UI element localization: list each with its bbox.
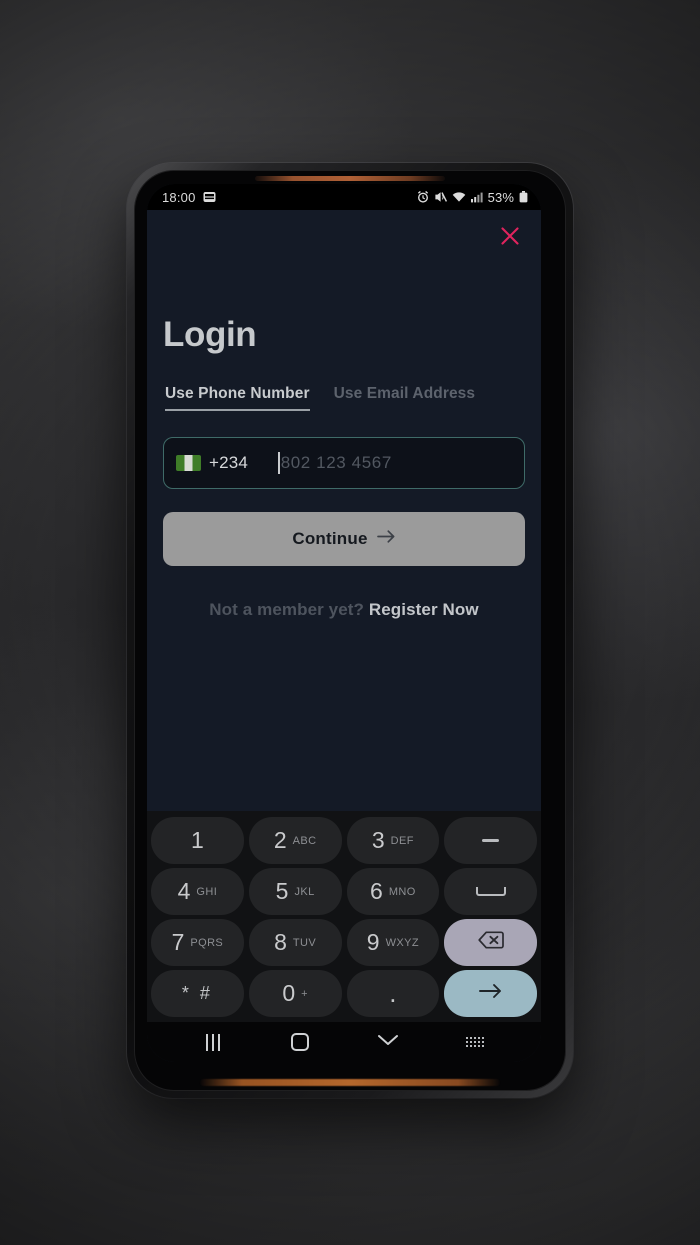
numeric-keypad: 1 2 ABC 3 DEF 4 GHI 5 JKL 6 MNO 7 PQRS 8… (147, 811, 541, 1022)
phone-number-field[interactable]: +234 802 123 4567 (163, 437, 525, 489)
register-prompt-text: Not a member yet? (209, 600, 369, 619)
tab-use-email-address[interactable]: Use Email Address (334, 385, 476, 411)
backspace-icon (477, 930, 504, 955)
key-4-letters: GHI (196, 885, 218, 898)
status-bar: 18:00 53% (147, 184, 541, 210)
enter-key[interactable] (444, 970, 537, 1017)
status-bar-clock: 18:00 (162, 189, 196, 205)
period-label: . (389, 978, 397, 1009)
key-1-digit: 1 (190, 827, 204, 853)
register-now-row[interactable]: Not a member yet? Register Now (163, 600, 525, 620)
text-caret (278, 452, 280, 474)
keyboard-switch-button[interactable] (450, 1037, 500, 1047)
key-3-digit: 3 (371, 827, 385, 853)
wifi-icon (452, 191, 466, 203)
country-code-label: +234 (209, 453, 249, 472)
key-2-letters: ABC (292, 834, 317, 847)
key-0[interactable]: 0 + (248, 970, 342, 1017)
register-now-link[interactable]: Register Now (369, 600, 479, 619)
signal-icon (470, 191, 483, 203)
arrow-right-icon (376, 529, 396, 549)
space-key[interactable] (444, 868, 537, 915)
key-4[interactable]: 4 GHI (151, 868, 244, 915)
login-screen-content: Login Use Phone Number Use Email Address… (147, 210, 541, 811)
key-7-letters: PQRS (190, 936, 224, 949)
key-3-letters: DEF (390, 834, 414, 847)
key-5[interactable]: 5 JKL (248, 868, 342, 915)
keypad-row-2: 4 GHI 5 JKL 6 MNO (151, 868, 537, 915)
key-7[interactable]: 7 PQRS (151, 919, 244, 966)
close-icon[interactable] (498, 224, 522, 248)
dash-key[interactable] (444, 817, 537, 864)
key-1[interactable]: 1 (151, 817, 244, 864)
key-9-letters: WXYZ (385, 936, 419, 949)
keyboard-switch-icon (466, 1037, 485, 1047)
key-5-letters: JKL (294, 885, 315, 898)
bottom-edge-reflection (200, 1079, 500, 1086)
phone-input-wrap[interactable]: 802 123 4567 (278, 452, 512, 474)
phone-device: 18:00 53% Login Use Phone Number Use Ema… (127, 163, 573, 1098)
key-8-digit: 8 (274, 929, 287, 955)
status-bar-right: 53% (417, 190, 528, 205)
home-icon (291, 1033, 310, 1051)
keypad-row-4: * # 0 + . (151, 970, 537, 1017)
recents-icon (205, 1033, 220, 1051)
key-9-digit: 9 (366, 929, 380, 955)
key-3[interactable]: 3 DEF (346, 817, 440, 864)
page-title: Login (163, 315, 257, 354)
key-6[interactable]: 6 MNO (346, 868, 440, 915)
mute-icon (434, 191, 447, 203)
key-0-digit: 0 (282, 980, 296, 1006)
key-2[interactable]: 2 ABC (248, 817, 342, 864)
spacebar-icon (475, 887, 506, 896)
recents-button[interactable] (188, 1033, 238, 1051)
keypad-row-1: 1 2 ABC 3 DEF (151, 817, 537, 864)
key-2-digit: 2 (273, 827, 287, 853)
key-0-letters: + (301, 987, 308, 1000)
key-8[interactable]: 8 TUV (248, 919, 342, 966)
dash-icon (482, 839, 500, 842)
system-navigation-bar (147, 1022, 541, 1062)
nigeria-flag-icon (176, 455, 201, 471)
status-bar-left: 18:00 (162, 190, 216, 205)
continue-button-label: Continue (292, 529, 368, 548)
key-5-digit: 5 (275, 878, 289, 904)
dismiss-keyboard-button[interactable] (363, 1033, 413, 1052)
auth-method-tabs: Use Phone Number Use Email Address (163, 385, 525, 411)
key-8-letters: TUV (292, 936, 317, 949)
backspace-key[interactable] (444, 919, 537, 966)
close-row (163, 210, 525, 248)
tab-use-phone-number[interactable]: Use Phone Number (165, 385, 310, 411)
star-hash-label: * # (181, 983, 213, 1003)
key-7-digit: 7 (171, 929, 185, 955)
period-key[interactable]: . (346, 970, 440, 1017)
earpiece-speaker (255, 176, 445, 181)
battery-percentage: 53% (487, 189, 514, 205)
arrow-right-enter-icon (478, 983, 504, 1004)
keypad-row-3: 7 PQRS 8 TUV 9 WXYZ (151, 919, 537, 966)
alarm-icon (417, 191, 429, 203)
battery-icon (519, 191, 528, 203)
key-4-digit: 4 (177, 878, 191, 904)
key-6-letters: MNO (388, 885, 416, 898)
country-code-selector[interactable]: +234 (176, 453, 248, 473)
key-9[interactable]: 9 WXYZ (346, 919, 440, 966)
star-hash-key[interactable]: * # (151, 970, 244, 1017)
home-button[interactable] (275, 1033, 325, 1051)
phone-bezel: 18:00 53% Login Use Phone Number Use Ema… (134, 170, 566, 1091)
chevron-down-icon (377, 1033, 399, 1052)
keyboard-notification-icon (203, 191, 216, 203)
phone-screen: 18:00 53% Login Use Phone Number Use Ema… (147, 184, 541, 1062)
key-6-digit: 6 (370, 878, 383, 904)
phone-input-placeholder: 802 123 4567 (280, 453, 392, 472)
continue-button[interactable]: Continue (163, 512, 525, 566)
